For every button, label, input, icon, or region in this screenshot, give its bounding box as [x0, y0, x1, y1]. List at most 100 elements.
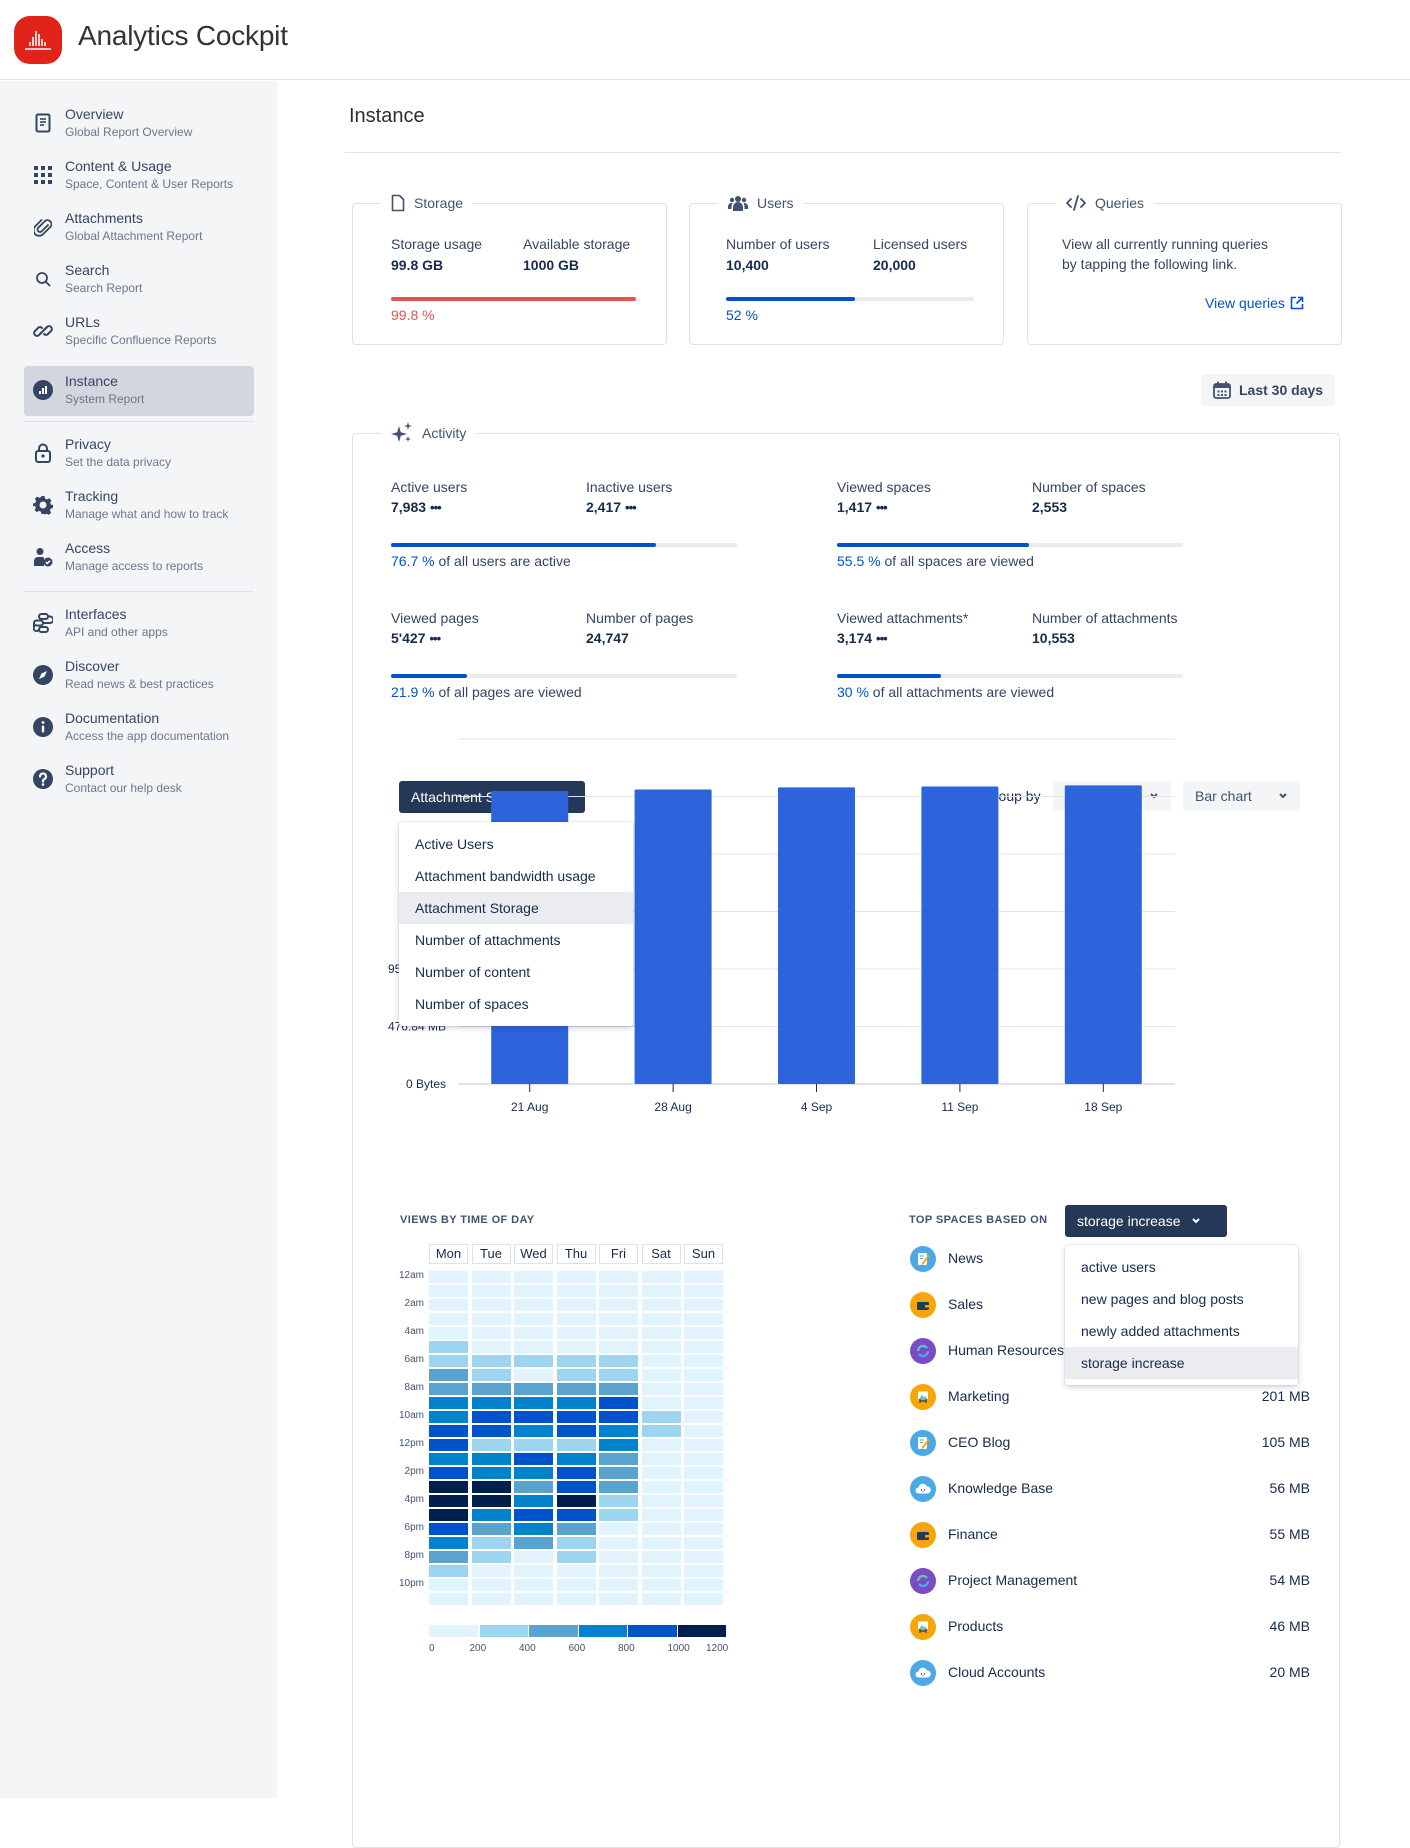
sidebar-item-subtitle: Manage what and how to track	[65, 507, 229, 521]
top-space-row[interactable]: Marketing 201 MB	[910, 1384, 1310, 1430]
page-title: Instance	[349, 105, 425, 127]
sidebar-item-subtitle: Set the data privacy	[65, 455, 172, 469]
heatmap-cell	[599, 1285, 638, 1297]
top-space-row[interactable]: Products 46 MB	[910, 1614, 1310, 1660]
heatmap-cell	[556, 1523, 596, 1535]
top-spaces-option[interactable]: new pages and blog posts	[1065, 1283, 1298, 1315]
sidebar-item-instance[interactable]: Instance System Report	[24, 366, 254, 416]
licensed-users-value: 20,000	[873, 257, 916, 273]
heatmap-cell	[429, 1313, 468, 1325]
heatmap-cell	[514, 1299, 553, 1311]
space-value: 20 MB	[1269, 1664, 1310, 1680]
sidebar-item-discover[interactable]: Discover Read news & best practices	[24, 651, 254, 701]
top-space-row[interactable]: Cloud Accounts 20 MB	[910, 1660, 1310, 1706]
metric-option[interactable]: Attachment bandwidth usage	[399, 860, 633, 892]
storage-progress-fill	[391, 297, 636, 301]
space-value: 105 MB	[1261, 1434, 1310, 1450]
sidebar-divider	[24, 421, 254, 422]
heatmap-cell	[471, 1537, 511, 1549]
compass-icon	[32, 664, 54, 686]
heatmap-cell	[429, 1481, 468, 1493]
heatmap-scale-tick: 200	[469, 1643, 487, 1654]
sidebar-item-search[interactable]: Search Search Report	[24, 255, 254, 305]
day-header: Wed	[514, 1244, 553, 1264]
space-name: News	[948, 1250, 984, 1266]
metric-option[interactable]: Number of content	[399, 956, 633, 988]
hour-label: 10pm	[398, 1578, 424, 1589]
heatmap-cell	[684, 1579, 723, 1591]
view-queries-link[interactable]: View queries	[1205, 295, 1304, 311]
easel-icon	[910, 1614, 936, 1640]
heatmap-cell	[429, 1355, 468, 1367]
sidebar-item-attachments[interactable]: Attachments Global Attachment Report	[24, 203, 254, 253]
heatmap-scale-swatch	[628, 1625, 677, 1637]
top-space-row[interactable]: CEO Blog 105 MB	[910, 1430, 1310, 1476]
heatmap-cell	[641, 1327, 681, 1339]
heatmap-cell	[429, 1579, 468, 1591]
sidebar-item-tracking[interactable]: Tracking Manage what and how to track	[24, 481, 254, 531]
date-range-button[interactable]: Last 30 days	[1201, 374, 1335, 406]
heatmap-cell	[641, 1299, 681, 1311]
top-space-row[interactable]: Knowledge Base 56 MB	[910, 1476, 1310, 1522]
heatmap-cell	[514, 1453, 553, 1465]
top-spaces-option[interactable]: storage increase	[1065, 1347, 1298, 1379]
sidebar-item-content-usage[interactable]: Content & Usage Space, Content & User Rep…	[24, 151, 254, 201]
heatmap-cell	[684, 1495, 723, 1507]
storage-usage-label: Storage usage	[391, 236, 483, 252]
heatmap-scale-swatch	[677, 1625, 726, 1637]
top-space-row[interactable]: Finance 55 MB	[910, 1522, 1310, 1568]
y-tick-label: 0 Bytes	[406, 1077, 446, 1091]
heatmap-cell	[429, 1439, 468, 1451]
app-logo[interactable]	[14, 16, 62, 64]
heatmap-cell	[599, 1439, 638, 1451]
heatmap-cell	[684, 1369, 723, 1381]
sidebar-item-title: Access	[65, 540, 111, 556]
metric-option[interactable]: Active Users	[399, 828, 633, 860]
metric-option[interactable]: Attachment Storage	[399, 892, 633, 924]
heatmap-cell	[556, 1411, 596, 1423]
heatmap-scale-tick: 400	[519, 1643, 536, 1654]
top-space-row[interactable]: Project Management 54 MB	[910, 1568, 1310, 1614]
refresh-icon	[910, 1568, 936, 1594]
heatmap-cell	[471, 1355, 511, 1367]
top-spaces-select[interactable]: storage increase	[1065, 1205, 1227, 1237]
space-name: Marketing	[948, 1388, 1010, 1404]
x-tick-label: 21 Aug	[511, 1100, 548, 1114]
top-spaces-option[interactable]: newly added attachments	[1065, 1315, 1298, 1347]
heatmap-cell	[599, 1537, 638, 1549]
heatmap-cell	[556, 1509, 596, 1521]
heatmap-cell	[429, 1299, 468, 1311]
heatmap-cell	[429, 1397, 468, 1409]
metric-option[interactable]: Number of spaces	[399, 988, 633, 1020]
heatmap-cell	[599, 1523, 638, 1535]
sidebar-item-title: URLs	[65, 314, 101, 330]
sidebar-item-title: Search	[65, 262, 110, 278]
gear-icon	[32, 494, 54, 516]
user-check-icon	[32, 546, 54, 568]
x-tick-label: 28 Aug	[654, 1100, 691, 1114]
sidebar-item-overview[interactable]: Overview Global Report Overview	[24, 99, 254, 149]
heatmap-cell	[429, 1565, 468, 1577]
heatmap-cell	[599, 1299, 638, 1311]
sidebar-item-support[interactable]: Support Contact our help desk	[24, 755, 254, 805]
sidebar-item-documentation[interactable]: Documentation Access the app documentatio…	[24, 703, 254, 753]
view-queries-label: View queries	[1205, 295, 1285, 311]
heatmap-cell	[471, 1565, 511, 1577]
users-icon	[728, 196, 748, 211]
sidebar: Overview Global Report Overview Content & …	[0, 81, 277, 1798]
metric-option[interactable]: Number of attachments	[399, 924, 633, 956]
storage-usage-value: 99.8 GB	[391, 257, 444, 273]
sidebar-item-urls[interactable]: URLs Specific Confluence Reports	[24, 307, 254, 357]
heatmap-cell	[429, 1369, 468, 1381]
sidebar-item-subtitle: Access the app documentation	[65, 729, 230, 743]
sidebar-item-access[interactable]: Access Manage access to reports	[24, 533, 254, 583]
queries-legend: Queries	[1056, 192, 1155, 214]
hour-label: 12pm	[398, 1438, 424, 1449]
available-storage-value: 1000 GB	[523, 257, 580, 273]
heatmap-cell	[514, 1565, 553, 1577]
sidebar-item-interfaces[interactable]: Interfaces API and other apps	[24, 599, 254, 649]
heatmap-cell	[684, 1411, 723, 1423]
sidebar-item-privacy[interactable]: Privacy Set the data privacy	[24, 429, 254, 479]
top-spaces-option[interactable]: active users	[1065, 1251, 1298, 1283]
sidebar-item-subtitle: Space, Content & User Reports	[65, 177, 234, 191]
